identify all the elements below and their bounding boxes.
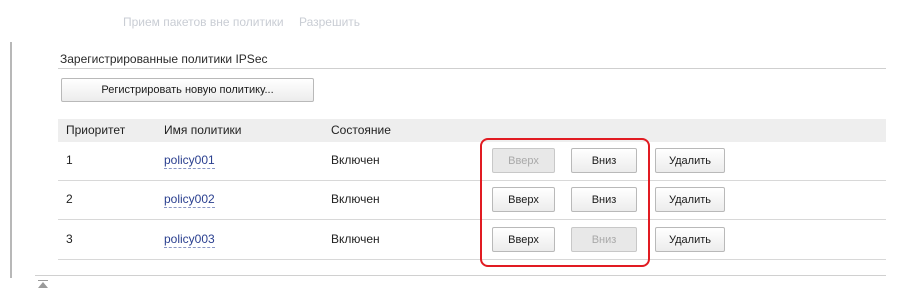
section-divider: [58, 68, 886, 69]
header-priority: Приоритет: [66, 123, 126, 137]
header-status: Состояние: [331, 123, 391, 137]
back-to-top-icon[interactable]: [36, 277, 50, 291]
row-divider: [58, 180, 886, 181]
row-2-status: Включен: [331, 192, 380, 206]
row-3-policy-link[interactable]: policy003: [164, 232, 215, 248]
row-3-delete-button[interactable]: Удалить: [655, 227, 725, 252]
bottom-divider: [35, 275, 886, 276]
row-3-priority: 3: [66, 232, 73, 246]
outside-policy-packets-row: Прием пакетов вне политики Разрешить: [123, 15, 372, 29]
outside-policy-packets-label: Прием пакетов вне политики: [123, 15, 284, 29]
row-1-policy-link[interactable]: policy001: [164, 153, 215, 169]
row-1-status: Включен: [331, 153, 380, 167]
register-new-policy-button[interactable]: Регистрировать новую политику...: [61, 78, 314, 102]
row-2-delete-button[interactable]: Удалить: [655, 187, 725, 212]
row-divider: [58, 259, 886, 260]
row-3-status: Включен: [331, 232, 380, 246]
row-2-policy-link[interactable]: policy002: [164, 192, 215, 208]
section-title: Зарегистрированные политики IPSec: [60, 52, 268, 66]
row-divider: [58, 219, 886, 220]
row-2-priority: 2: [66, 192, 73, 206]
header-policy-name: Имя политики: [164, 123, 242, 137]
outside-policy-packets-value: Разрешить: [298, 15, 361, 29]
left-divider: [10, 42, 12, 278]
row-1-priority: 1: [66, 153, 73, 167]
row-1-delete-button[interactable]: Удалить: [655, 148, 725, 173]
move-buttons-highlight: [480, 138, 650, 267]
